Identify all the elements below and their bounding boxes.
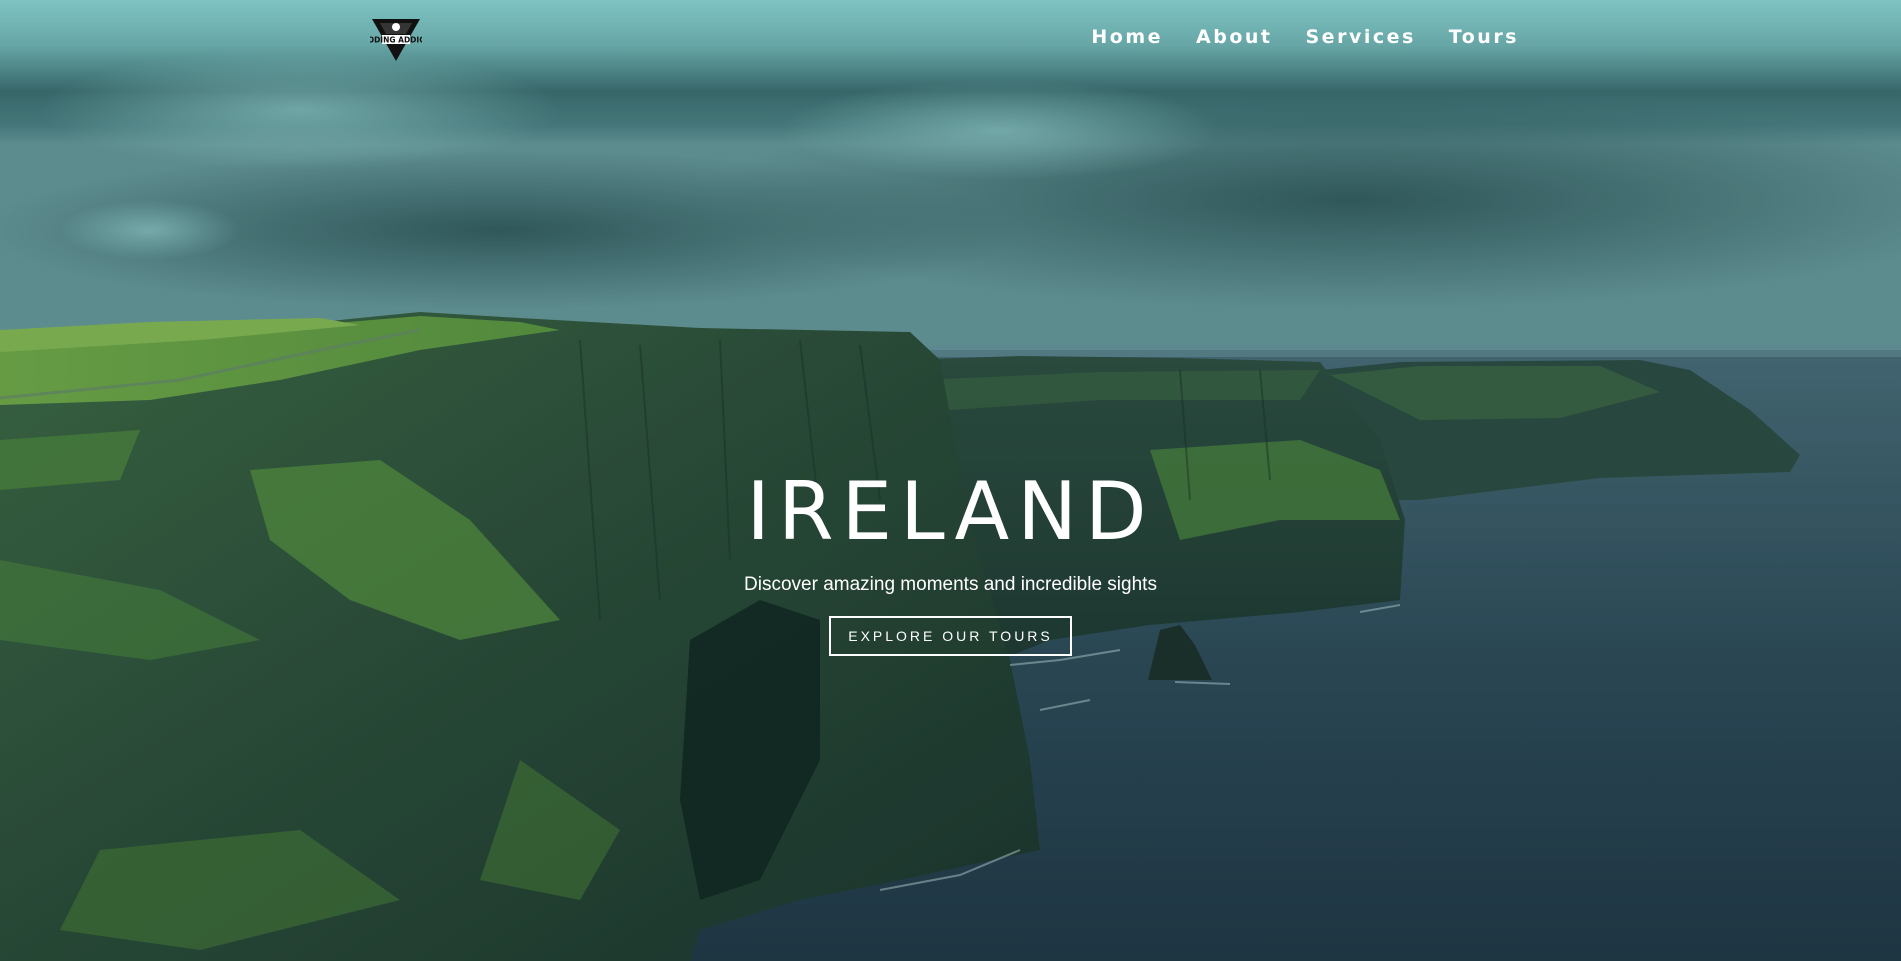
nav-item-home: Home: [1091, 26, 1163, 48]
nav-link-tours[interactable]: Tours: [1449, 26, 1519, 48]
nav-item-services: Services: [1306, 26, 1416, 48]
nav-link-about[interactable]: About: [1196, 26, 1272, 48]
logo-text: CODING ADDICT: [370, 36, 422, 45]
coding-addict-logo-icon: CODING ADDICT: [362, 19, 431, 61]
nav-link-services[interactable]: Services: [1306, 26, 1416, 48]
hero-content: IRELAND Discover amazing moments and inc…: [0, 458, 1901, 656]
hero-section: CODING ADDICT Home About Services Tours …: [0, 0, 1901, 961]
nav-link-home[interactable]: Home: [1091, 26, 1163, 48]
nav-item-about: About: [1196, 26, 1272, 48]
coding-addict-logo[interactable]: CODING ADDICT: [362, 16, 431, 64]
hero-title: IRELAND: [746, 465, 1155, 558]
main-nav: Home About Services Tours: [1091, 26, 1519, 48]
explore-tours-button[interactable]: EXPLORE OUR TOURS: [829, 616, 1072, 656]
nav-item-tours: Tours: [1449, 26, 1519, 48]
hero-subtitle: Discover amazing moments and incredible …: [744, 574, 1157, 595]
top-navbar: CODING ADDICT Home About Services Tours: [0, 0, 1901, 80]
